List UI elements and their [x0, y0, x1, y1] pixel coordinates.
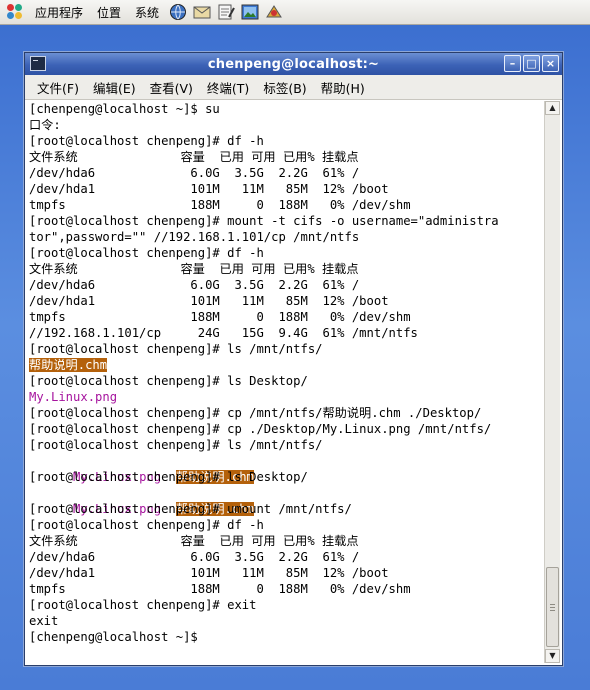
terminal-output[interactable]: [chenpeng@localhost ~]$ su 口令: [root@loc…	[29, 101, 541, 661]
window-menubar: 文件(F) 编辑(E) 查看(V) 终端(T) 标签(B) 帮助(H)	[25, 75, 562, 100]
panel-menu-places[interactable]: 位置	[90, 4, 128, 21]
chm-file: 帮助说明.chm	[29, 358, 108, 372]
terminal-line: [root@localhost chenpeng]# df -h	[29, 246, 264, 260]
close-icon[interactable]: ×	[542, 55, 559, 72]
terminal-line: 文件系统 容量 已用 可用 已用% 挂载点	[29, 534, 359, 548]
window-title: chenpeng@localhost:~	[207, 56, 380, 72]
terminal-line: [root@localhost chenpeng]# ls Desktop/	[29, 374, 308, 388]
window-titlebar[interactable]: chenpeng@localhost:~ – □ ×	[25, 53, 562, 75]
terminal-line: 口令:	[29, 118, 61, 132]
terminal-line: /dev/hda1 101M 11M 85M 12% /boot	[29, 294, 389, 308]
scroll-down-icon[interactable]: ▼	[545, 649, 560, 663]
terminal-line: /dev/hda6 6.0G 3.5G 2.2G 61% /	[29, 166, 360, 180]
terminal-line: [root@localhost chenpeng]# cp /mnt/ntfs/…	[29, 406, 482, 420]
terminal-line: 文件系统 容量 已用 可用 已用% 挂载点	[29, 150, 359, 164]
maximize-icon[interactable]: □	[523, 55, 540, 72]
terminal-line: [root@localhost chenpeng]# ls Desktop/	[29, 470, 308, 484]
terminal-line: /dev/hda6 6.0G 3.5G 2.2G 61% /	[29, 550, 360, 564]
terminal-line-files: My.Linux.png 帮助说明.chm	[29, 453, 541, 484]
terminal-line: [root@localhost chenpeng]# exit	[29, 598, 257, 612]
terminal-line: [root@localhost chenpeng]# df -h	[29, 134, 264, 148]
terminal-line: [root@localhost chenpeng]# df -h	[29, 518, 264, 532]
menu-view[interactable]: 查看(V)	[143, 78, 200, 97]
gnome-foot-icon[interactable]	[6, 3, 24, 21]
menu-help[interactable]: 帮助(H)	[314, 78, 372, 97]
terminal-line: [root@localhost chenpeng]# mount -t cifs…	[29, 214, 499, 228]
terminal-line: tmpfs 188M 0 188M 0% /dev/shm	[29, 582, 411, 596]
terminal-prompt: [chenpeng@localhost ~]$	[29, 630, 198, 644]
terminal-line: /dev/hda1 101M 11M 85M 12% /boot	[29, 566, 389, 580]
top-panel: 应用程序 位置 系统	[0, 0, 590, 25]
terminal-line: [root@localhost chenpeng]# ls /mnt/ntfs/	[29, 438, 323, 452]
vertical-scrollbar[interactable]: ▲ ▼	[544, 101, 560, 663]
text-editor-icon[interactable]	[215, 2, 237, 22]
terminal-line: [root@localhost chenpeng]# umount /mnt/n…	[29, 502, 352, 516]
terminal-line: [chenpeng@localhost ~]$ su	[29, 102, 220, 116]
menu-file[interactable]: 文件(F)	[30, 78, 86, 97]
email-icon[interactable]	[191, 2, 213, 22]
terminal-line: /dev/hda6 6.0G 3.5G 2.2G 61% /	[29, 278, 360, 292]
menu-terminal[interactable]: 终端(T)	[200, 78, 256, 97]
system-settings-icon[interactable]	[263, 2, 285, 22]
menu-edit[interactable]: 编辑(E)	[86, 78, 143, 97]
scroll-up-icon[interactable]: ▲	[545, 101, 560, 115]
terminal-line: [root@localhost chenpeng]# cp ./Desktop/…	[29, 422, 492, 436]
menu-tabs[interactable]: 标签(B)	[256, 78, 313, 97]
terminal-line: tmpfs 188M 0 188M 0% /dev/shm	[29, 198, 411, 212]
web-browser-icon[interactable]	[167, 2, 189, 22]
png-file: My.Linux.png	[29, 390, 118, 404]
terminal-line: 文件系统 容量 已用 可用 已用% 挂载点	[29, 262, 359, 276]
image-viewer-icon[interactable]	[239, 2, 261, 22]
terminal-line-chm: 帮助说明.chm	[29, 357, 541, 373]
terminal-icon[interactable]	[30, 56, 46, 71]
panel-menu-applications[interactable]: 应用程序	[28, 4, 90, 21]
minimize-icon[interactable]: –	[504, 55, 521, 72]
panel-menu-system[interactable]: 系统	[128, 4, 166, 21]
scroll-thumb[interactable]	[546, 567, 559, 647]
terminal-line: //192.168.1.101/cp 24G 15G 9.4G 61% /mnt…	[29, 326, 418, 340]
terminal-line: tmpfs 188M 0 188M 0% /dev/shm	[29, 310, 411, 324]
terminal-line: [root@localhost chenpeng]# ls /mnt/ntfs/	[29, 342, 323, 356]
terminal-line: /dev/hda1 101M 11M 85M 12% /boot	[29, 182, 389, 196]
terminal-line: exit	[29, 614, 59, 628]
terminal-line: tor",password="" //192.168.1.101/cp /mnt…	[29, 230, 360, 244]
terminal-line-files: My.Linux.png 帮助说明.chm	[29, 485, 541, 516]
terminal-window: chenpeng@localhost:~ – □ × 文件(F) 编辑(E) 查…	[24, 52, 563, 666]
